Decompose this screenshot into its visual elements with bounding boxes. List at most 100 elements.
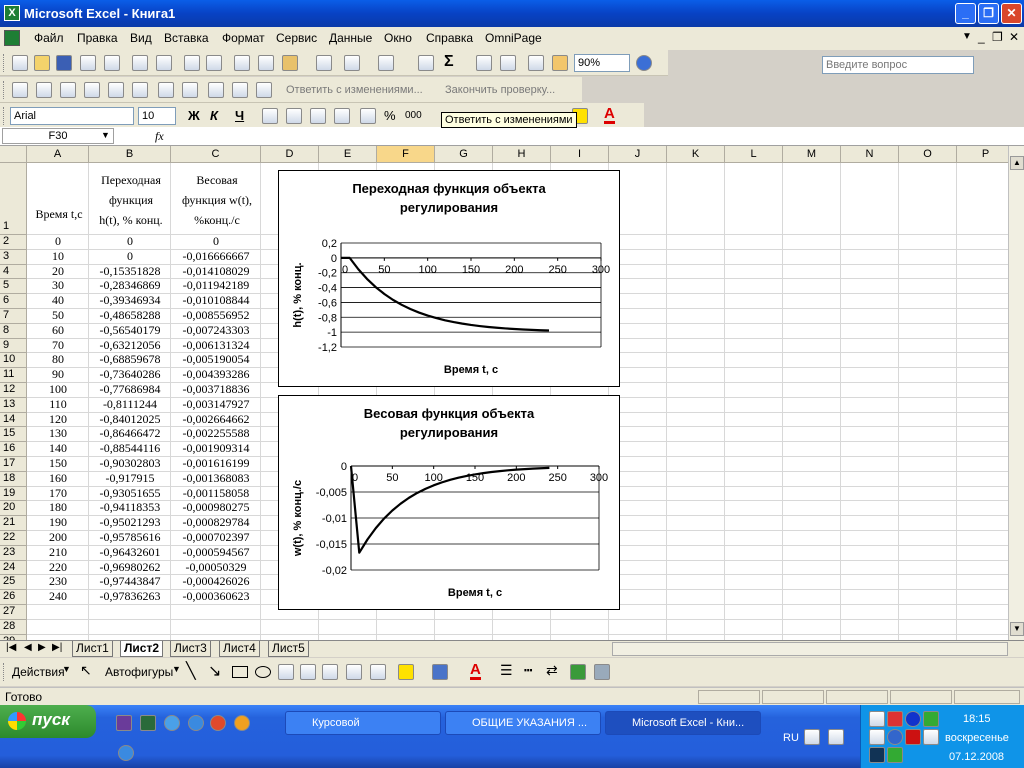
actions-dropdown-icon[interactable]: ▼: [62, 664, 71, 674]
percent-button[interactable]: %: [384, 108, 396, 123]
row-header-4[interactable]: 4: [0, 264, 27, 280]
row-header-23[interactable]: 23: [0, 545, 27, 561]
cell-b5[interactable]: -0,28346869: [89, 279, 171, 294]
menu-view[interactable]: Вид: [130, 31, 152, 45]
cell-b12[interactable]: -0,77686984: [89, 382, 171, 398]
cell-c12[interactable]: -0,003718836: [171, 382, 261, 398]
tab-sheet5[interactable]: Лист5: [268, 641, 309, 657]
cell-c25[interactable]: -0,000426026: [171, 575, 261, 590]
row-header-5[interactable]: 5: [0, 279, 27, 295]
task-word[interactable]: ОБЩИЕ УКАЗАНИЯ ...: [445, 711, 601, 735]
cell-b18[interactable]: -0,917915: [89, 471, 171, 487]
picture-icon[interactable]: [370, 664, 386, 680]
cell-c8[interactable]: -0,007243303: [171, 323, 261, 339]
cell-b6[interactable]: -0,39346934: [89, 293, 171, 309]
drawing-font-color-icon[interactable]: A: [470, 662, 481, 680]
help-tray-icon[interactable]: [828, 729, 844, 745]
quicklaunch-icon[interactable]: [116, 715, 132, 731]
rectangle-icon[interactable]: [232, 666, 248, 678]
reply-with-changes-button[interactable]: Ответить с изменениями...: [286, 84, 423, 96]
cell-b16[interactable]: -0,88544116: [89, 441, 171, 457]
row-header-15[interactable]: 15: [0, 427, 27, 443]
row-header-17[interactable]: 17: [0, 457, 27, 472]
tray-icon[interactable]: [869, 747, 885, 763]
row-header-21[interactable]: 21: [0, 516, 27, 531]
column-header-h[interactable]: H: [493, 146, 551, 163]
italic-button[interactable]: К: [210, 108, 218, 123]
cell-b10[interactable]: -0,68859678: [89, 353, 171, 368]
cell-b15[interactable]: -0,86466472: [89, 427, 171, 442]
cell-b3[interactable]: 0: [89, 249, 171, 265]
column-header-b[interactable]: B: [89, 146, 171, 163]
doc-close-icon[interactable]: ✕: [1009, 30, 1019, 44]
header-cell-c1[interactable]: Весовая функция w(t), %конц./с: [172, 170, 262, 230]
doc-restore-icon[interactable]: ❐: [992, 30, 1003, 44]
cell-c22[interactable]: -0,000702397: [171, 530, 261, 546]
first-sheet-icon[interactable]: |◀: [6, 642, 16, 653]
menu-insert[interactable]: Вставка: [164, 31, 209, 45]
cell-b7[interactable]: -0,48658288: [89, 308, 171, 324]
vertical-scrollbar[interactable]: ▲ ▼: [1008, 146, 1024, 640]
cell-c15[interactable]: -0,002255588: [171, 427, 261, 442]
cell-b2[interactable]: 0: [89, 234, 171, 250]
tray-icon[interactable]: [923, 711, 939, 727]
show-all-comments-icon[interactable]: [108, 82, 124, 98]
redo-icon[interactable]: [378, 55, 394, 71]
email-icon[interactable]: [104, 55, 120, 71]
protect-icon[interactable]: [232, 82, 248, 98]
cell-c23[interactable]: -0,000594567: [171, 545, 261, 561]
task-folder[interactable]: Курсовой: [285, 711, 441, 735]
tray-icon[interactable]: [869, 729, 885, 745]
font-name-select[interactable]: Arial: [10, 107, 134, 125]
show-comment-icon[interactable]: [84, 82, 100, 98]
row-header-13[interactable]: 13: [0, 397, 27, 413]
cell-c2[interactable]: 0: [171, 234, 261, 250]
row-header-25[interactable]: 25: [0, 575, 27, 591]
language-bar-icon[interactable]: [804, 729, 820, 745]
cell-a9[interactable]: 70: [27, 338, 89, 354]
cell-a7[interactable]: 50: [27, 308, 89, 324]
print-icon[interactable]: [132, 55, 148, 71]
doc-minimize-icon[interactable]: _: [978, 30, 985, 44]
ask-question-input[interactable]: Введите вопрос: [822, 56, 974, 74]
shadow-icon[interactable]: [570, 664, 586, 680]
delete-comment-icon[interactable]: [132, 82, 148, 98]
autosum-icon[interactable]: Σ: [444, 53, 454, 71]
row-header-11[interactable]: 11: [0, 368, 27, 383]
cell-c17[interactable]: -0,001616199: [171, 456, 261, 472]
menu-help[interactable]: Справка: [426, 31, 473, 45]
language-indicator[interactable]: RU: [783, 732, 799, 744]
cell-a26[interactable]: 240: [27, 589, 89, 605]
cell-a24[interactable]: 220: [27, 560, 89, 576]
3d-icon[interactable]: [594, 664, 610, 680]
prev-sheet-icon[interactable]: ◀: [24, 642, 32, 653]
cell-c10[interactable]: -0,005190054: [171, 353, 261, 368]
next-comment-icon[interactable]: [60, 82, 76, 98]
column-header-n[interactable]: N: [841, 146, 899, 163]
column-header-k[interactable]: K: [667, 146, 725, 163]
cell-a11[interactable]: 90: [27, 367, 89, 383]
tab-sheet2[interactable]: Лист2: [120, 641, 164, 657]
row-header-9[interactable]: 9: [0, 338, 27, 354]
row-header-26[interactable]: 26: [0, 590, 27, 605]
end-review-button[interactable]: Закончить проверку...: [445, 84, 555, 96]
tab-sheet4[interactable]: Лист4: [219, 641, 260, 657]
cut-icon[interactable]: [234, 55, 250, 71]
cell-a5[interactable]: 30: [27, 279, 89, 294]
spreadsheet-grid[interactable]: ABCDEFGHIJKLMNOP 1 2 3 4 5 6 7 8 9 10 11 12 13 14 15 16…: [0, 146, 1008, 640]
line-style-icon[interactable]: ☰: [500, 662, 513, 679]
font-color-icon[interactable]: A: [604, 106, 615, 124]
cell-c19[interactable]: -0,001158058: [171, 486, 261, 502]
oval-icon[interactable]: [255, 666, 271, 678]
underline-button[interactable]: Ч: [235, 108, 244, 123]
column-header-f[interactable]: F: [377, 146, 435, 163]
actions-menu[interactable]: Действия: [12, 665, 65, 679]
hyperlink-icon[interactable]: [418, 55, 434, 71]
chart-wizard-icon[interactable]: [528, 55, 544, 71]
dash-style-icon[interactable]: ┅: [524, 662, 532, 679]
cell-c6[interactable]: -0,010108844: [171, 293, 261, 309]
task-excel[interactable]: Microsoft Excel - Кни...: [605, 711, 761, 735]
cell-a3[interactable]: 10: [27, 249, 89, 265]
name-box[interactable]: F30: [2, 128, 114, 144]
row-header-6[interactable]: 6: [0, 294, 27, 309]
